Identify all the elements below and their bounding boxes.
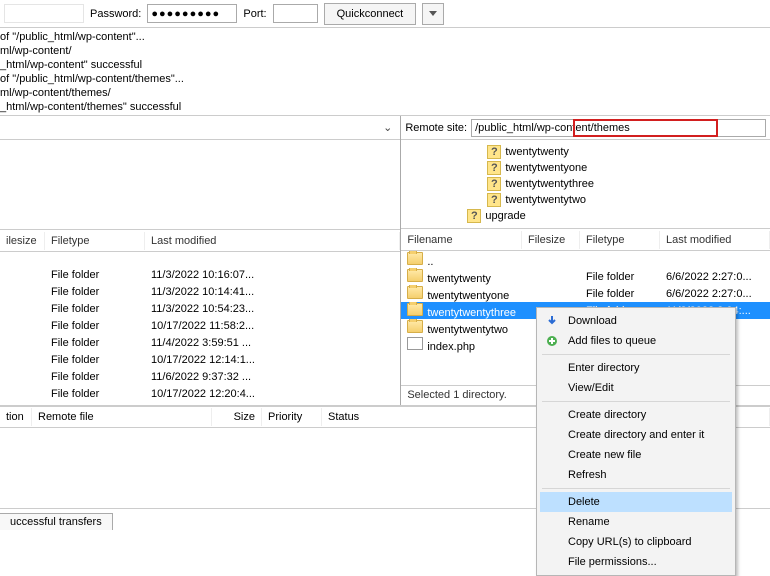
folder-icon [407,269,423,282]
context-sep [542,401,730,402]
username-input[interactable] [4,4,84,23]
log-line: ml/wp-content/ [0,44,770,58]
local-file-list[interactable]: File folder11/3/2022 10:16:07...File fol… [0,252,400,405]
menu-create-directory[interactable]: Create directory [540,405,732,425]
col-priority[interactable]: Priority [262,408,322,426]
context-sep [542,488,730,489]
quickconnect-button[interactable]: Quickconnect [324,3,417,25]
menu-view-edit: View/Edit [540,378,732,398]
port-label: Port: [243,8,266,20]
list-item[interactable]: File folder11/3/2022 10:16:07... [0,266,400,283]
list-item[interactable]: File folder10/17/2022 12:14:1... [0,351,400,368]
list-item[interactable]: File folder11/3/2022 10:54:23... [0,300,400,317]
tree-item[interactable]: ?twentytwentythree [451,176,770,192]
col-direction[interactable]: tion [0,408,32,426]
local-site-row: ⌄ [0,116,400,140]
menu-delete[interactable]: Delete [540,492,732,512]
list-item[interactable]: twentytwentyoneFile folder6/6/2022 2:27:… [401,285,770,302]
parent-folder-icon [407,252,423,265]
top-toolbar: Password: Port: Quickconnect [0,0,770,28]
tree-item[interactable]: ?twentytwentyone [451,160,770,176]
file-icon [407,337,423,350]
log-line: _html/wp-content" successful [0,58,770,72]
add-queue-icon [544,333,560,349]
log-line: of "/public_html/wp-content/themes"... [0,72,770,86]
tree-item[interactable]: ?twentytwenty [451,144,770,160]
list-item[interactable]: .. [401,251,770,268]
col-lastmod[interactable]: Last modified [145,232,400,250]
menu-create-new-file[interactable]: Create new file [540,445,732,465]
local-tree[interactable] [0,140,400,230]
unknown-icon: ? [487,193,501,207]
tab-successful-transfers[interactable]: uccessful transfers [0,513,113,530]
menu-refresh[interactable]: Refresh [540,465,732,485]
menu-enter-directory[interactable]: Enter directory [540,358,732,378]
remote-site-row: Remote site: [401,116,770,140]
log-line: of "/public_html/wp-content"... [0,30,770,44]
tree-item[interactable]: ?upgrade [451,208,770,224]
col-filetype[interactable]: Filetype [580,231,660,249]
list-item[interactable]: File folder10/17/2022 11:58:2... [0,317,400,334]
list-item[interactable]: File folder10/17/2022 12:20:4... [0,385,400,402]
menu-copy-url[interactable]: Copy URL(s) to clipboard [540,532,732,552]
context-menu: Download Add files to queue Enter direct… [536,307,736,576]
list-item[interactable]: File folder11/3/2022 10:14:41... [0,283,400,300]
download-icon [544,313,560,329]
remote-path-input[interactable] [471,119,766,137]
col-remotefile[interactable]: Remote file [32,408,212,426]
menu-file-permissions[interactable]: File permissions... [540,552,732,572]
log-line: _html/wp-content/themes" successful [0,100,770,114]
folder-icon [407,320,423,333]
col-size[interactable]: Size [212,408,262,426]
col-filetype[interactable]: Filetype [45,232,145,250]
col-filesize[interactable]: Filesize [522,231,580,249]
folder-icon [407,303,423,316]
folder-icon [407,286,423,299]
tree-item[interactable]: ?twentytwentytwo [451,192,770,208]
port-input[interactable] [273,4,318,23]
chevron-down-icon[interactable]: ⌄ [383,121,392,134]
chevron-down-icon [429,11,437,16]
menu-create-directory-enter[interactable]: Create directory and enter it [540,425,732,445]
col-lastmod[interactable]: Last modified [660,231,770,249]
remote-tree[interactable]: ?twentytwenty?twentytwentyone?twentytwen… [401,140,770,229]
list-item[interactable]: File folder11/4/2022 3:59:51 ... [0,334,400,351]
list-item[interactable]: twentytwentyFile folder6/6/2022 2:27:0..… [401,268,770,285]
log-line: ml/wp-content/themes/ [0,86,770,100]
password-input[interactable] [147,4,237,23]
local-list-header[interactable]: ilesize Filetype Last modified [0,230,400,252]
context-sep [542,354,730,355]
quickconnect-dropdown[interactable] [422,3,444,25]
list-item[interactable]: File folder11/6/2022 9:37:32 ... [0,368,400,385]
menu-download[interactable]: Download [540,311,732,331]
local-panel: ⌄ ilesize Filetype Last modified File fo… [0,116,401,405]
menu-rename[interactable]: Rename [540,512,732,532]
list-item[interactable]: File folder11/3/2022 10:14:22... [0,402,400,405]
col-filename[interactable]: Filename [401,231,522,249]
message-log: of "/public_html/wp-content"... ml/wp-co… [0,28,770,116]
remote-list-header[interactable]: Filename Filesize Filetype Last modified [401,229,770,251]
menu-add-to-queue[interactable]: Add files to queue [540,331,732,351]
col-filesize[interactable]: ilesize [0,232,45,250]
unknown-icon: ? [467,209,481,223]
unknown-icon: ? [487,161,501,175]
password-label: Password: [90,8,141,20]
unknown-icon: ? [487,177,501,191]
unknown-icon: ? [487,145,501,159]
remote-site-label: Remote site: [405,122,467,134]
